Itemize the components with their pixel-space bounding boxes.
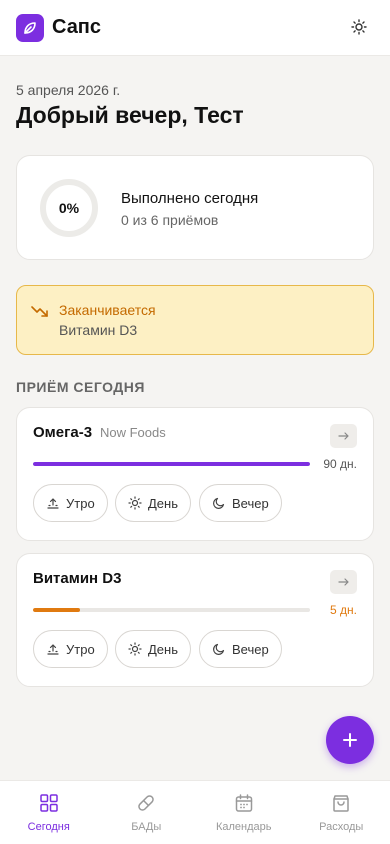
days-remaining: 90 дн. [323,457,357,471]
sun-icon [128,496,142,510]
stock-bar [33,608,310,612]
dose-evening-button[interactable]: Вечер [199,484,282,522]
stock-bar [33,462,310,466]
nav-supplements[interactable]: БАДы [98,781,196,844]
supplement-name: Омега-3 [33,424,93,441]
supplement-name: Витамин D3 [33,570,122,587]
nav-label: БАДы [131,821,162,833]
sun-icon [128,642,142,656]
alert-item: Витамин D3 [59,322,138,338]
progress-subtitle: 0 из 6 приёмов [121,212,219,228]
supplement-card: Омега-3 Now Foods 90 дн. Утро День Вечер [16,407,374,541]
dose-day-button[interactable]: День [115,630,191,668]
app-title: Сапс [52,16,102,38]
alert-title: Заканчивается [59,302,156,318]
calendar-icon [235,794,252,812]
section-title: ПРИЁМ СЕГОДНЯ [16,379,145,395]
nav-label: Календарь [215,821,272,833]
stock-bar-fill [33,462,310,466]
sunrise-icon [47,498,59,509]
dose-label: Утро [66,641,95,657]
dose-label: Вечер [232,495,269,511]
leaf-icon[interactable] [16,13,44,42]
arrow-right-icon [337,432,349,440]
plus-icon [343,733,357,747]
progress-title: Выполнено сегодня [121,190,259,207]
arrow-right-icon [337,578,349,586]
dose-label: День [148,495,178,511]
supplement-card: Витамин D3 5 дн. Утро День Вечер [16,553,374,687]
current-date: 5 апреля 2026 г. [16,82,121,98]
dose-morning-button[interactable]: Утро [33,484,108,522]
sun-icon[interactable] [350,18,368,36]
page-title: Добрый вечер, Тест [16,102,244,128]
low-stock-alert[interactable]: Заканчивается Витамин D3 [16,285,374,355]
moon-icon [213,497,225,509]
supplement-brand: Now Foods [100,425,166,440]
stock-bar-fill [33,608,81,612]
nav-expenses[interactable]: Расходы [293,781,390,844]
open-details-button[interactable] [330,424,357,448]
nav-label: Сегодня [27,821,70,833]
progress-percent: 0% [58,200,80,216]
nav-calendar[interactable]: Календарь [195,781,293,844]
open-details-button[interactable] [330,570,357,594]
nav-today[interactable]: Сегодня [0,781,98,844]
dose-day-button[interactable]: День [115,484,191,522]
sunrise-icon [47,644,59,655]
nav-label: Расходы [319,821,364,833]
pill-icon [138,795,155,811]
add-supplement-button[interactable] [326,716,374,764]
trending-down-icon [31,306,48,317]
dose-label: Вечер [232,641,269,657]
shopping-bag-icon [333,795,349,812]
grid-icon [40,794,58,812]
days-remaining: 5 дн. [330,603,357,617]
dose-label: День [148,641,178,657]
dose-label: Утро [66,495,95,511]
bottom-navigation: Сегодня БАДы Календарь Расходы [0,780,390,844]
moon-icon [213,643,225,655]
top-bar: Сапс [0,0,390,56]
dose-morning-button[interactable]: Утро [33,630,108,668]
daily-progress-card: 0% Выполнено сегодня 0 из 6 приёмов [16,155,374,260]
dose-evening-button[interactable]: Вечер [199,630,282,668]
